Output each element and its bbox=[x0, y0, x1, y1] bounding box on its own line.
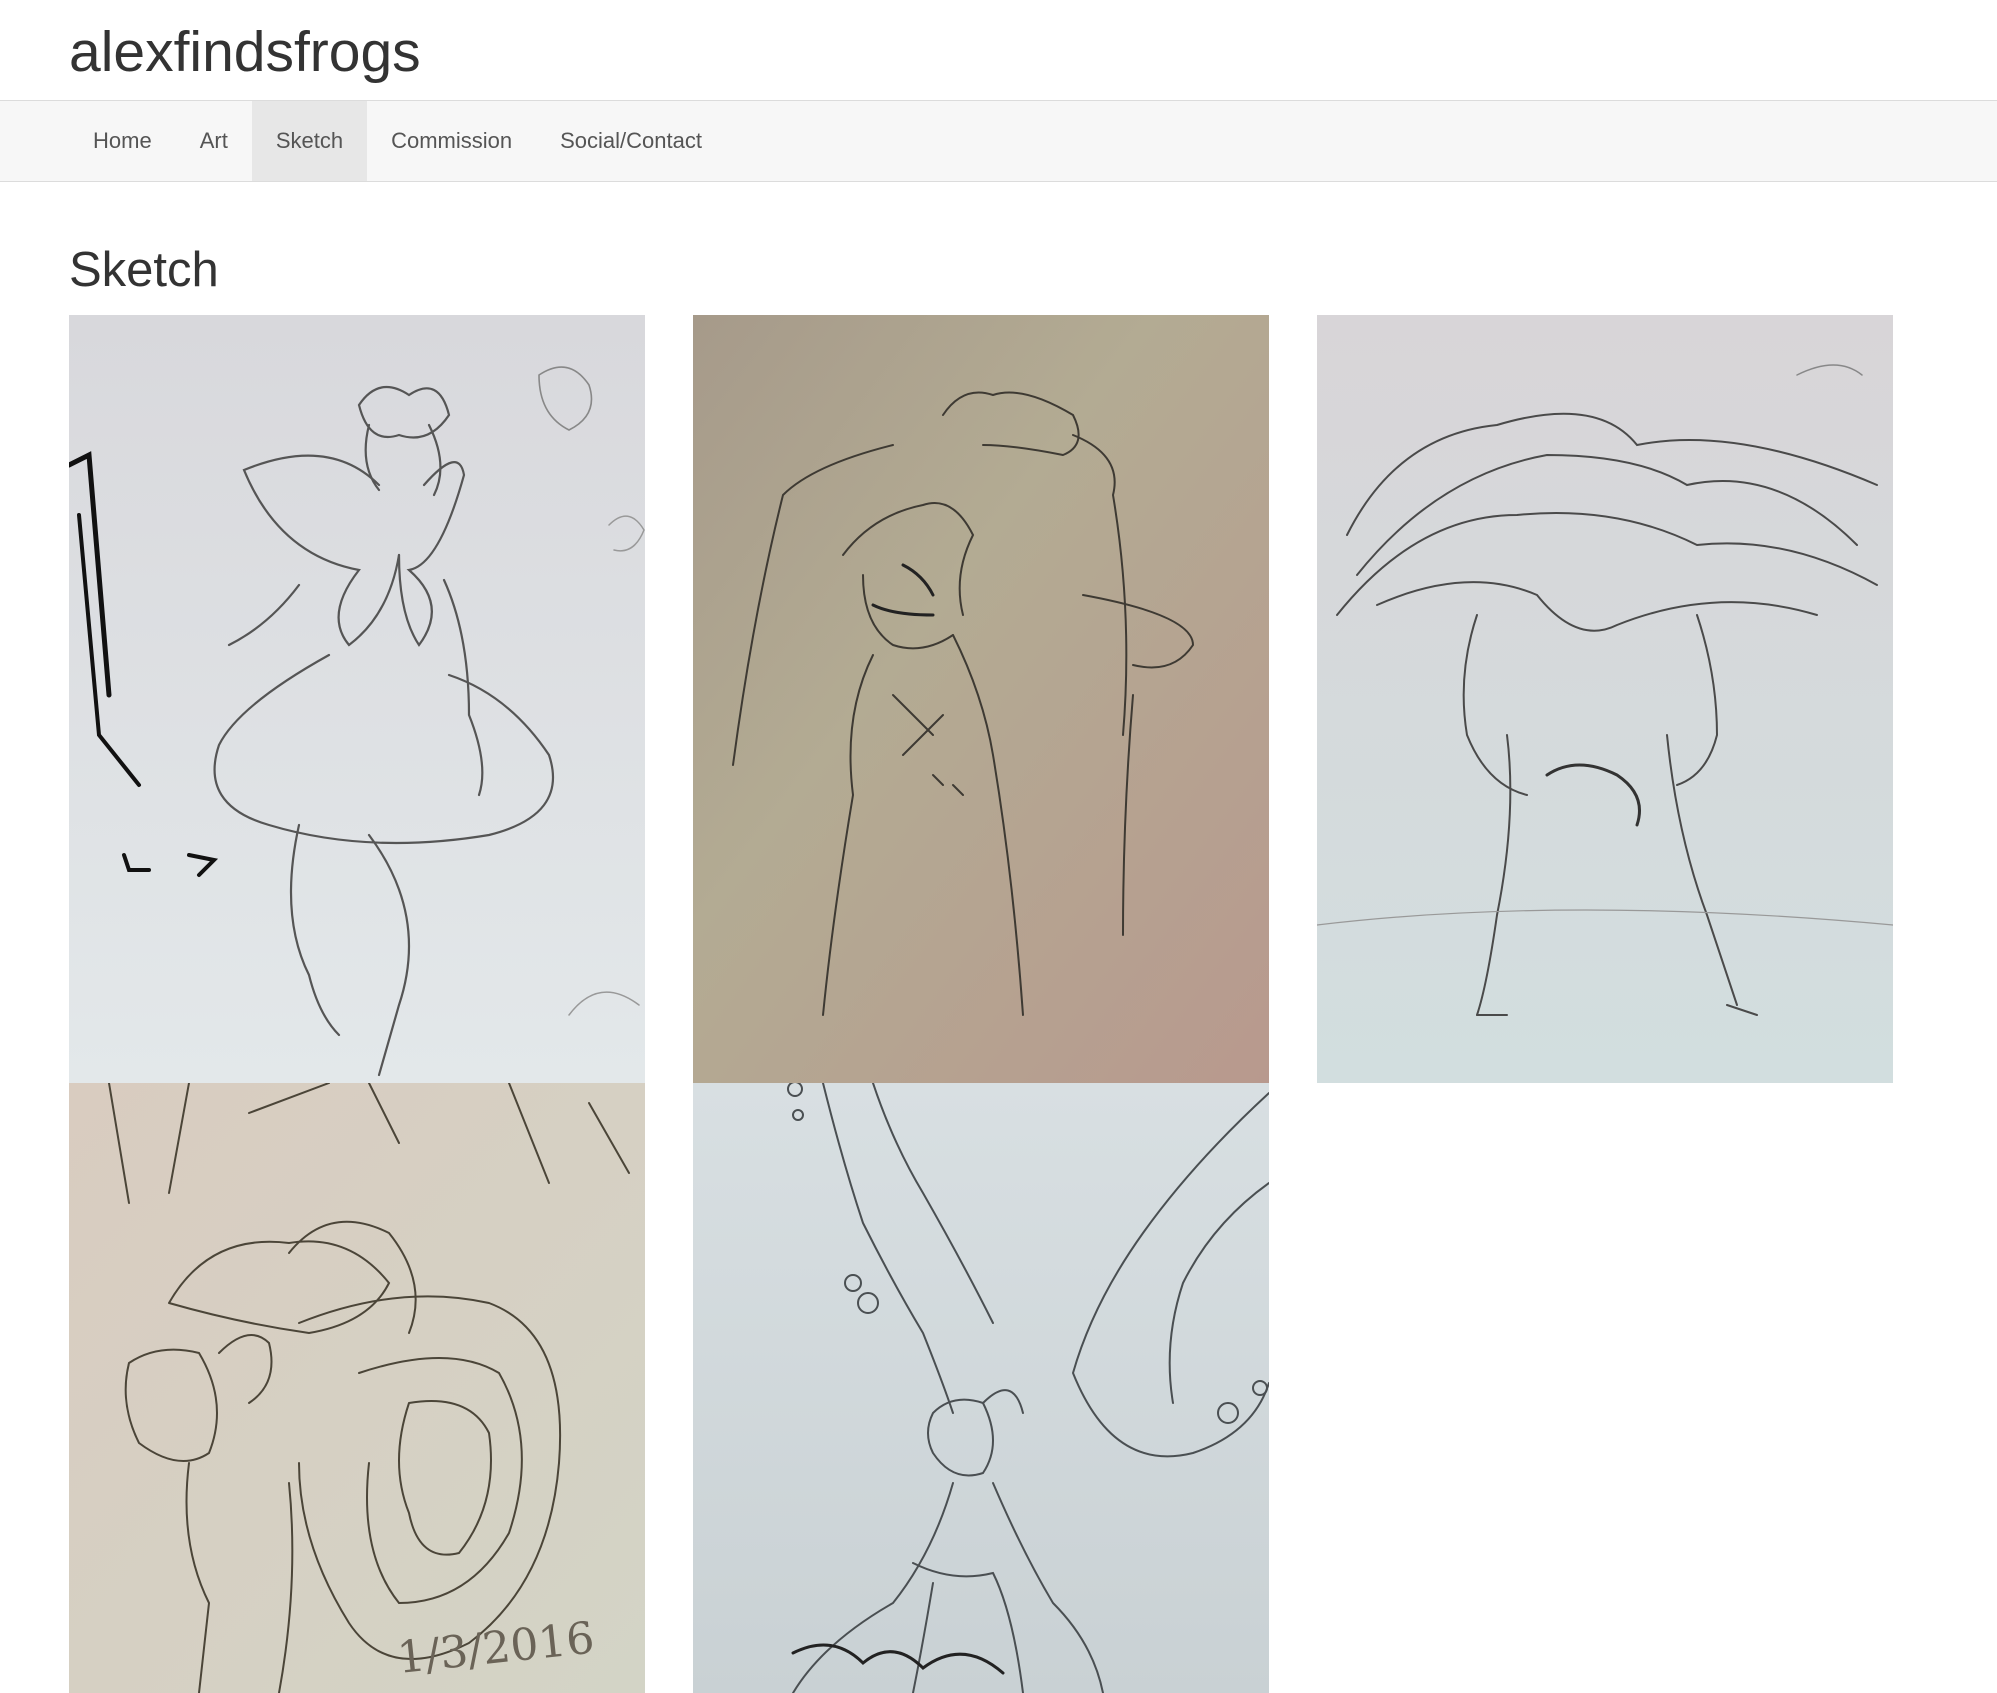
gallery-image-winged-fairy[interactable] bbox=[693, 1083, 1269, 1693]
gallery-image-long-hair-figure[interactable] bbox=[1317, 315, 1893, 1083]
nav-item-sketch[interactable]: Sketch bbox=[251, 101, 368, 181]
nav-item-home[interactable]: Home bbox=[69, 101, 176, 181]
page-title: Sketch bbox=[69, 243, 219, 297]
sketch-drawing: 1/3/2016 bbox=[69, 1083, 645, 1693]
nav-item-social-contact[interactable]: Social/Contact bbox=[536, 101, 726, 181]
sketch-drawing bbox=[693, 315, 1269, 1083]
sketch-drawing bbox=[1317, 315, 1893, 1083]
gallery-image-geode-hug[interactable]: 1/3/2016 bbox=[69, 1083, 645, 1693]
nav-list: Home Art Sketch Commission Social/Contac… bbox=[69, 101, 726, 181]
nav-item-commission[interactable]: Commission bbox=[367, 101, 536, 181]
sketch-drawing bbox=[693, 1083, 1269, 1693]
gallery-image-fairy-back[interactable] bbox=[69, 315, 645, 1083]
site-brand[interactable]: alexfindsfrogs bbox=[69, 18, 421, 86]
nav-item-art[interactable]: Art bbox=[176, 101, 252, 181]
gallery-image-stretching-figure[interactable] bbox=[693, 315, 1269, 1083]
main-navbar: Home Art Sketch Commission Social/Contac… bbox=[0, 100, 1997, 182]
site-header: alexfindsfrogs bbox=[0, 0, 1997, 100]
sketch-drawing bbox=[69, 315, 645, 1083]
